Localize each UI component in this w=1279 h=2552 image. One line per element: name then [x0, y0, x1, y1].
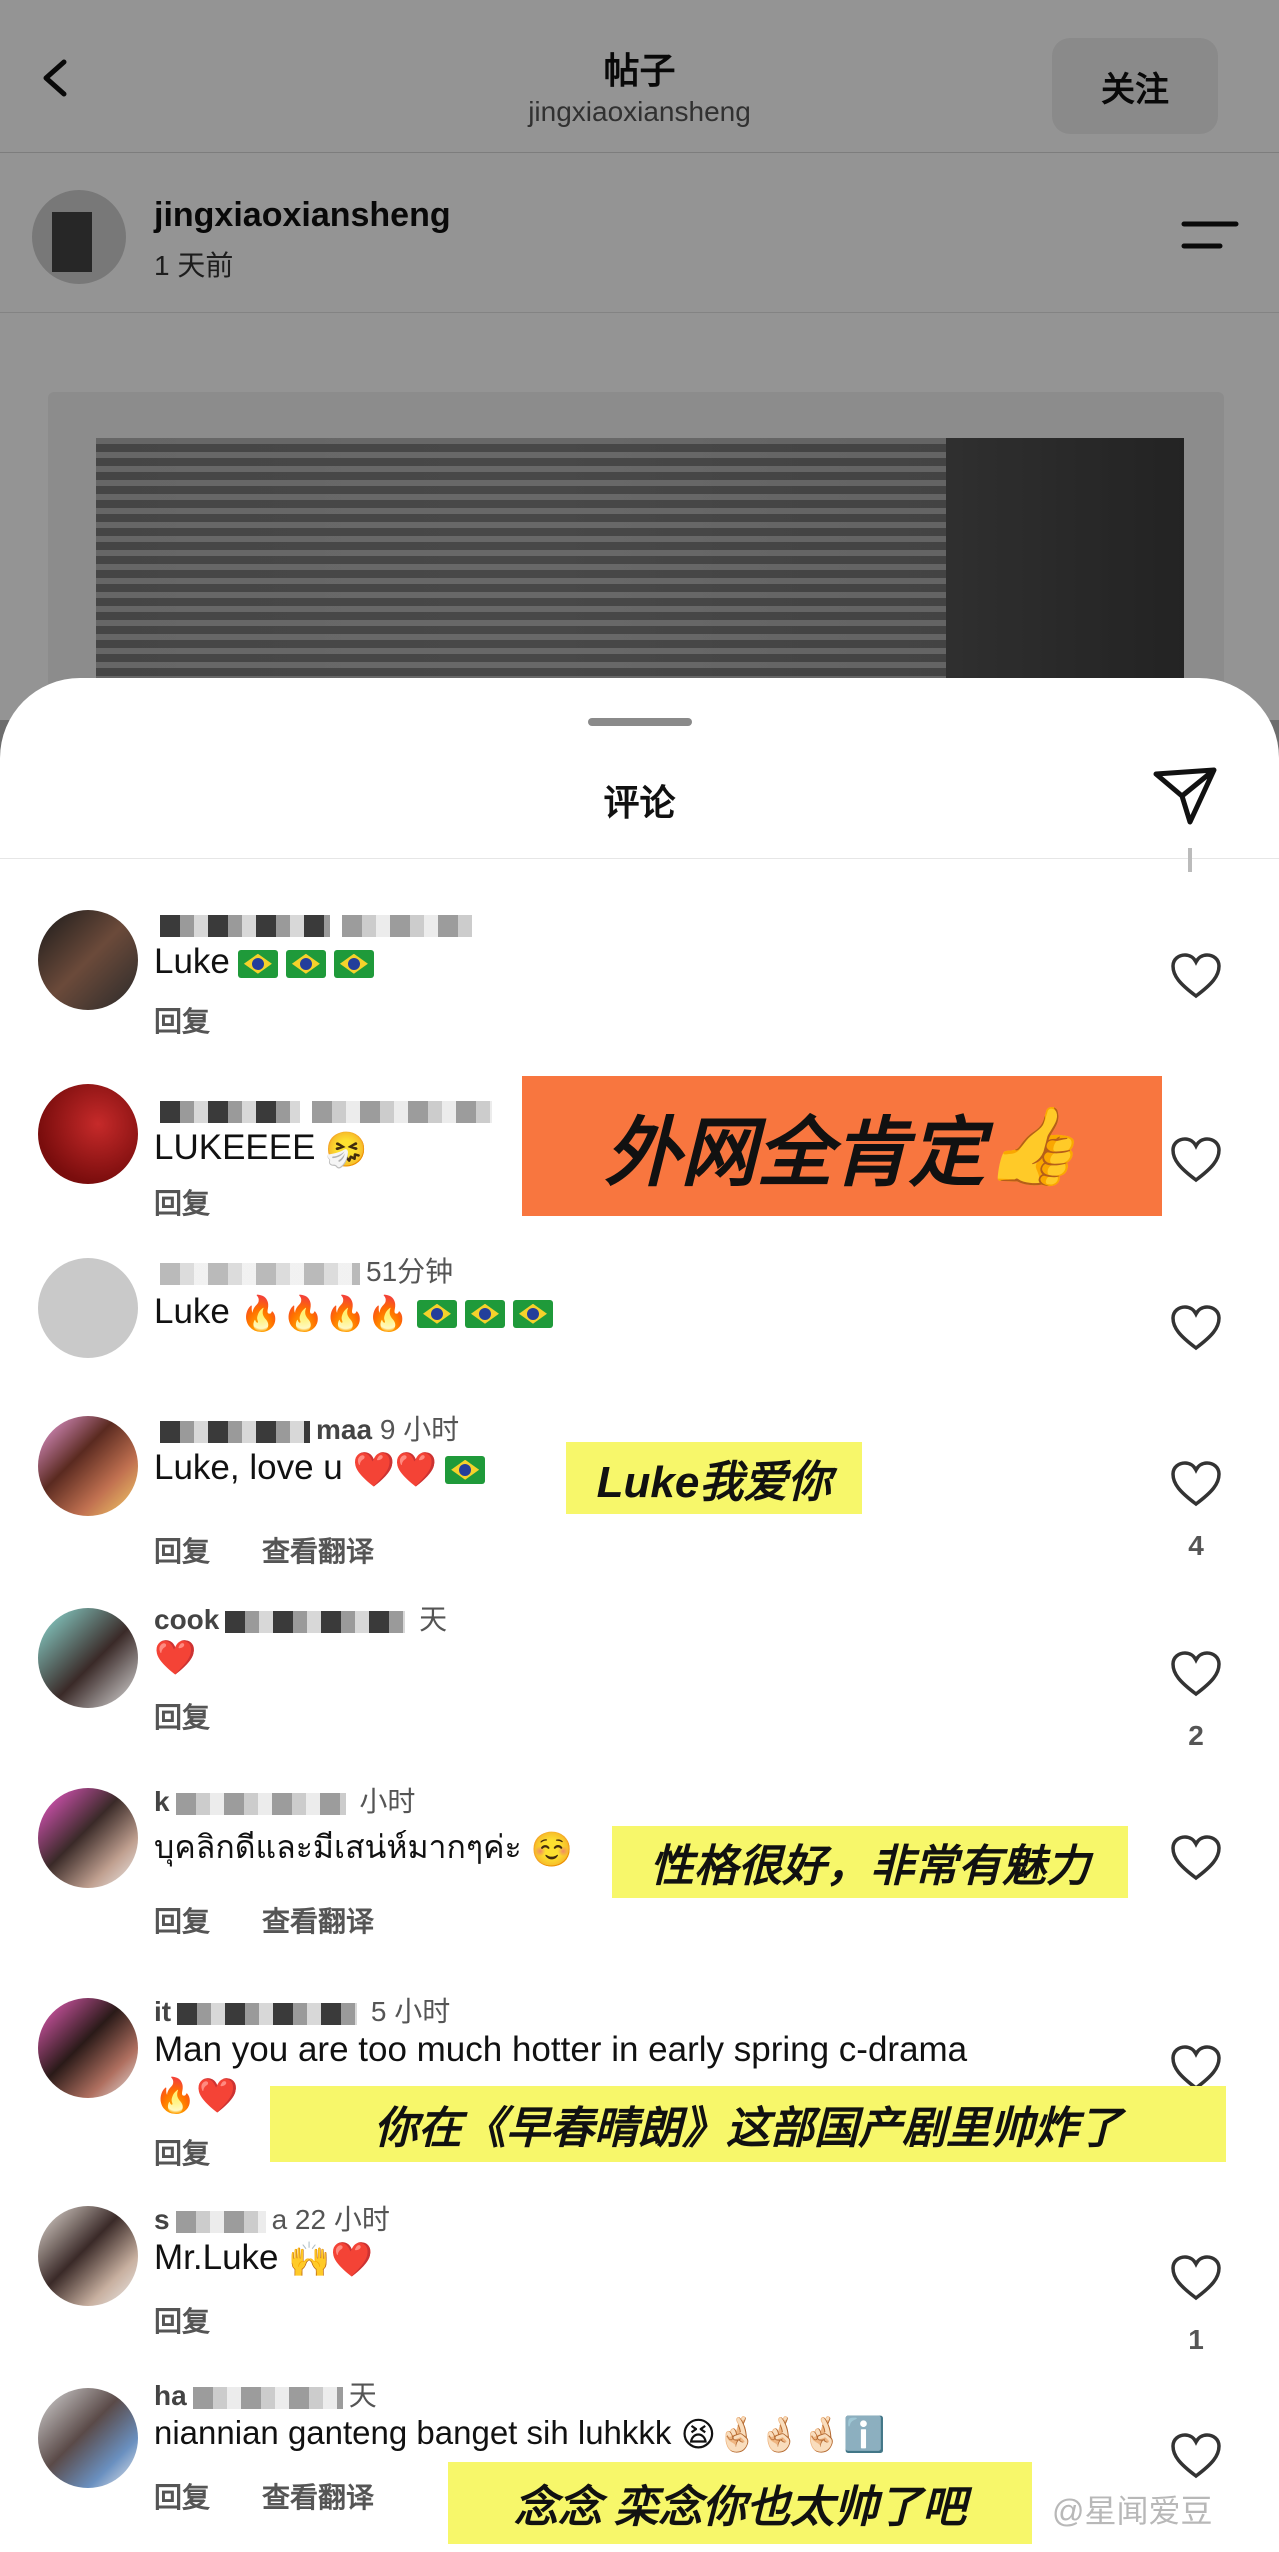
comment-actions: 回复 查看翻译: [154, 1900, 426, 1940]
avatar[interactable]: [38, 1258, 138, 1358]
comment-text: LUKEEEE 🤧: [154, 1128, 368, 1169]
comment-actions: 回复: [154, 1000, 262, 1040]
red-heart-icon: ❤️❤️: [352, 1450, 438, 1489]
comment-username[interactable]: [154, 1094, 498, 1126]
translate-button[interactable]: 查看翻译: [262, 2482, 374, 2513]
annotation-caption: 性格很好，非常有魅力: [612, 1826, 1128, 1898]
avatar[interactable]: [38, 1608, 138, 1708]
comment-actions: 回复: [154, 2300, 262, 2340]
heart-icon[interactable]: [1170, 2044, 1222, 2092]
heart-icon[interactable]: [1170, 1304, 1222, 1352]
annotation-caption: 你在《早春晴朗》这部国产剧里帅炸了: [270, 2086, 1226, 2162]
flag-brazil-icon: [416, 1299, 457, 1328]
reply-button[interactable]: 回复: [154, 1006, 210, 1037]
like-count: 2: [1188, 1720, 1204, 1751]
dim-overlay[interactable]: [0, 0, 1279, 720]
reply-button[interactable]: 回复: [154, 1188, 210, 1219]
comment-time: 小时: [359, 1786, 416, 1817]
avatar[interactable]: [38, 1998, 138, 2098]
watermark: @星闻爱豆: [1052, 2493, 1213, 2529]
heart-icon[interactable]: [1170, 1460, 1222, 1508]
thumbs-up-icon: 👍: [984, 1104, 1080, 1189]
translate-button[interactable]: 查看翻译: [262, 1536, 374, 1567]
comment-time: 天: [348, 2380, 377, 2411]
comment-emojis: 🔥❤️: [154, 2074, 239, 2116]
heart-icon[interactable]: [1170, 2254, 1222, 2302]
divider: [0, 858, 1279, 859]
comment-actions: 回复 查看翻译: [154, 2476, 426, 2516]
reply-button[interactable]: 回复: [154, 2138, 210, 2169]
raising-hands-icon: 🙌❤️: [288, 2240, 373, 2279]
comment-text: Luke, love u ❤️❤️: [154, 1448, 486, 1490]
reply-button[interactable]: 回复: [154, 2482, 210, 2513]
comment-time: 天: [419, 1604, 448, 1635]
like-count: 1: [1188, 2324, 1204, 2355]
avatar[interactable]: [38, 1084, 138, 1184]
smiling-face-icon: ☺️: [530, 1830, 573, 1869]
comment-username[interactable]: cook 天: [154, 1598, 447, 1638]
sheet-title: 评论: [603, 782, 676, 823]
tired-face-icon: 😫🤞🏻🤞🏻🤞🏻ℹ️: [680, 2416, 886, 2455]
avatar[interactable]: [38, 1416, 138, 1516]
translate-button[interactable]: 查看翻译: [262, 1906, 374, 1937]
heart-icon[interactable]: [1170, 1650, 1222, 1698]
send-icon[interactable]: [1150, 760, 1220, 830]
comment-text: Luke: [154, 942, 374, 982]
fire-icon: 🔥❤️: [154, 2076, 239, 2115]
comment-text: ❤️: [154, 1636, 196, 1678]
comment-item: cook 天 ❤️ 回复 2: [0, 1590, 1279, 1770]
comment-username[interactable]: sa 22 小时: [154, 2198, 390, 2238]
reply-button[interactable]: 回复: [154, 1702, 210, 1733]
like-count: 4: [1188, 1530, 1204, 1561]
avatar[interactable]: [38, 2206, 138, 2306]
avatar[interactable]: [38, 1788, 138, 1888]
comment-time: a 22 小时: [271, 2204, 390, 2235]
annotation-caption: Luke我爱你: [566, 1442, 862, 1514]
sneezing-face-icon: 🤧: [325, 1130, 368, 1169]
comment-item: 51分钟 Luke 🔥🔥🔥🔥: [0, 1240, 1279, 1400]
comment-username[interactable]: ha 天: [154, 2374, 377, 2414]
red-heart-icon: ❤️: [154, 1638, 197, 1677]
comment-time: 9 小时: [379, 1414, 460, 1445]
heart-icon[interactable]: [1170, 2432, 1222, 2480]
comment-item: sa 22 小时 Mr.Luke 🙌❤️ 回复 1: [0, 2190, 1279, 2370]
heart-icon[interactable]: [1170, 1136, 1222, 1184]
heart-icon[interactable]: [1170, 952, 1222, 1000]
comment-username[interactable]: [154, 908, 478, 940]
flag-brazil-icon: [333, 949, 374, 978]
annotation-caption: 念念 栾念你也太帅了吧: [448, 2462, 1032, 2544]
reply-button[interactable]: 回复: [154, 2306, 210, 2337]
comment-text: Mr.Luke 🙌❤️: [154, 2238, 373, 2279]
comment-username[interactable]: 51分钟: [154, 1250, 453, 1290]
comment-time: 5 小时: [370, 1996, 451, 2027]
drag-handle[interactable]: [588, 718, 692, 726]
comment-item: Luke 回复: [0, 880, 1279, 1050]
comment-username[interactable]: it 5 小时: [154, 1990, 450, 2030]
scroll-indicator: [1188, 848, 1192, 872]
flag-brazil-icon: [464, 1299, 505, 1328]
comment-actions: 回复: [154, 1696, 262, 1736]
flag-brazil-icon: [445, 1455, 486, 1484]
comment-username[interactable]: maa 9 小时: [154, 1408, 459, 1448]
annotation-caption: 外网全肯定 👍: [522, 1076, 1162, 1216]
avatar[interactable]: [38, 2388, 138, 2488]
reply-button[interactable]: 回复: [154, 1906, 210, 1937]
comment-actions: 回复: [154, 2132, 262, 2172]
comment-text: บุคลิกดีและมีเสน่ห์มากๆค่ะ ☺️: [154, 1829, 573, 1869]
flag-brazil-icon: [237, 949, 278, 978]
flag-brazil-icon: [285, 949, 326, 978]
avatar[interactable]: [38, 910, 138, 1010]
comment-username[interactable]: k 小时: [154, 1780, 415, 1820]
fire-icon: 🔥🔥🔥🔥: [239, 1294, 409, 1333]
heart-icon[interactable]: [1170, 1834, 1222, 1882]
reply-button[interactable]: 回复: [154, 1536, 210, 1567]
comment-text: niannian ganteng banget sih luhkkk 😫🤞🏻🤞🏻…: [154, 2414, 886, 2455]
comment-actions: 回复 查看翻译: [154, 1530, 426, 1570]
comment-text: Luke 🔥🔥🔥🔥: [154, 1292, 553, 1334]
flag-brazil-icon: [512, 1299, 553, 1328]
comment-text: Man you are too much hotter in early spr…: [154, 2030, 968, 2069]
comment-actions: 回复: [154, 1182, 262, 1222]
comment-time: 51分钟: [366, 1256, 454, 1287]
